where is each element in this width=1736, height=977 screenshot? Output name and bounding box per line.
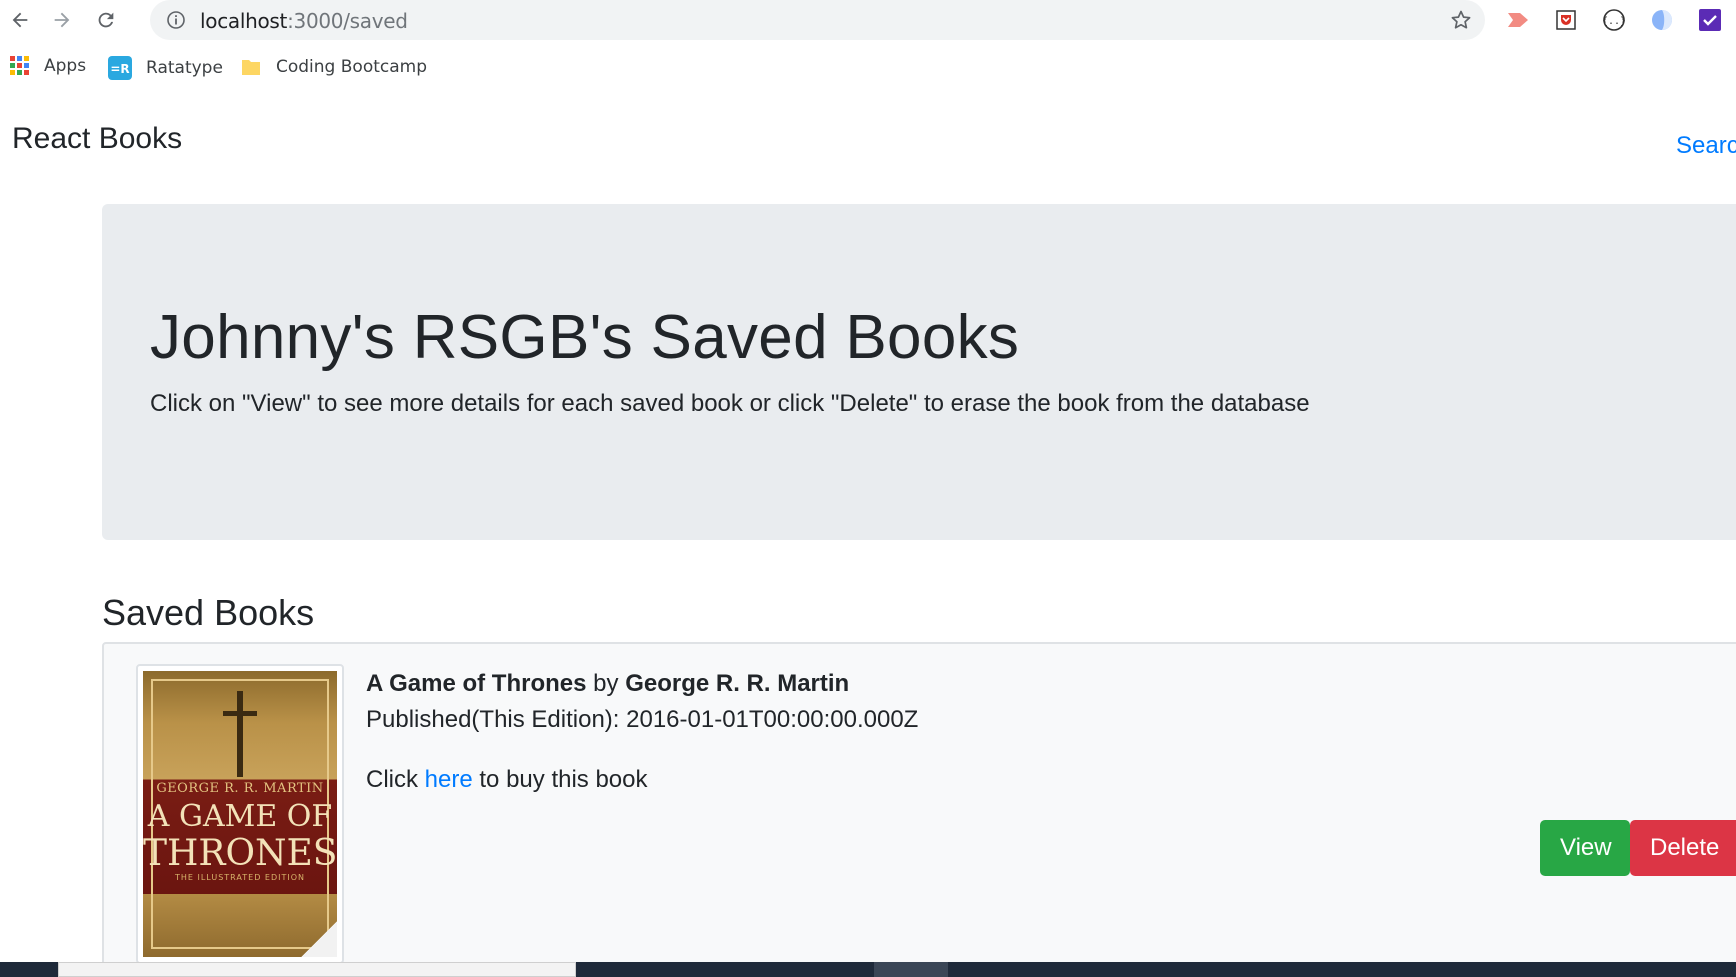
forward-button[interactable]	[46, 4, 78, 36]
apps-grid-icon	[10, 56, 30, 76]
navbar-brand[interactable]: React Books	[12, 122, 182, 156]
bookmark-star-icon[interactable]	[1449, 8, 1473, 37]
check-extension-icon[interactable]	[1696, 6, 1724, 34]
pocket-extension-icon[interactable]	[1552, 6, 1580, 34]
cover-sword-guard	[223, 711, 257, 716]
book-by: by	[593, 670, 619, 697]
os-taskbar	[0, 962, 1736, 977]
jumbotron: Johnny's RSGB's Saved Books Click on "Vi…	[102, 204, 1736, 540]
view-button[interactable]: View	[1540, 820, 1630, 876]
book-cover-image: GEORGE R. R. MARTIN A GAME OF THRONES TH…	[143, 671, 337, 957]
cover-author-text: GEORGE R. R. MARTIN	[156, 781, 324, 796]
book-buy-line: Click here to buy this book	[366, 766, 648, 794]
svg-text:=R: =R	[110, 62, 129, 76]
bookmark-coding-bootcamp[interactable]: Coding Bootcamp	[240, 56, 427, 78]
ratatype-icon: =R	[108, 56, 132, 80]
book-title: A Game of Thrones	[366, 670, 587, 697]
url-host: localhost	[200, 9, 288, 33]
cover-page-curl	[301, 921, 337, 957]
site-info-icon[interactable]	[166, 10, 186, 35]
nav-search-link[interactable]: Search	[1676, 132, 1736, 160]
cover-title-line-1: A GAME OF	[147, 799, 333, 834]
json-extension-icon[interactable]: {..}	[1600, 6, 1628, 34]
bookmark-label: Ratatype	[146, 58, 223, 78]
bookmark-label: Coding Bootcamp	[276, 57, 427, 77]
buy-suffix: to buy this book	[479, 766, 648, 793]
browser-toolbar: localhost:3000/saved {..}	[0, 0, 1736, 40]
globe-extension-icon[interactable]	[1648, 6, 1676, 34]
cover-edition-text: THE ILLUSTRATED EDITION	[174, 873, 306, 882]
taskbar-active-app[interactable]	[874, 962, 948, 977]
folder-icon	[240, 56, 262, 78]
book-cover-thumbnail: GEORGE R. R. MARTIN A GAME OF THRONES TH…	[136, 664, 344, 964]
bookmarks-bar: Apps =R Ratatype Coding Bootcamp	[0, 48, 1736, 88]
buy-prefix: Click	[366, 766, 418, 793]
book-published-date: Published(This Edition): 2016-01-01T00:0…	[366, 706, 919, 733]
video-extension-icon[interactable]	[1504, 6, 1532, 34]
address-bar[interactable]: localhost:3000/saved	[150, 0, 1485, 40]
forward-arrow-icon	[54, 12, 70, 28]
svg-text:{..}: {..}	[1602, 16, 1626, 27]
cover-sword-icon	[237, 691, 243, 777]
reload-icon	[98, 12, 114, 28]
saved-books-heading: Saved Books	[102, 592, 315, 633]
bookmark-apps[interactable]: Apps	[10, 56, 86, 76]
reload-button[interactable]	[90, 4, 122, 36]
url-text: localhost:3000/saved	[200, 9, 408, 33]
book-title-line: A Game of Thrones by George R. R. Martin	[366, 670, 849, 698]
back-button[interactable]	[4, 4, 36, 36]
cover-title-line-2: THRONES	[143, 833, 337, 874]
jumbotron-subtitle: Click on "View" to see more details for …	[150, 390, 1310, 417]
book-author: George R. R. Martin	[625, 670, 850, 697]
book-card: GEORGE R. R. MARTIN A GAME OF THRONES TH…	[102, 642, 1736, 972]
bookmark-label: Apps	[44, 56, 87, 76]
buy-here-link[interactable]: here	[425, 766, 473, 793]
url-path: :3000/saved	[287, 9, 408, 33]
delete-button[interactable]: Delete	[1630, 820, 1736, 876]
back-arrow-icon	[12, 12, 28, 28]
taskbar-search-box[interactable]	[58, 962, 576, 977]
jumbotron-title: Johnny's RSGB's Saved Books	[150, 303, 1020, 372]
bookmark-ratatype[interactable]: =R Ratatype	[108, 56, 223, 80]
